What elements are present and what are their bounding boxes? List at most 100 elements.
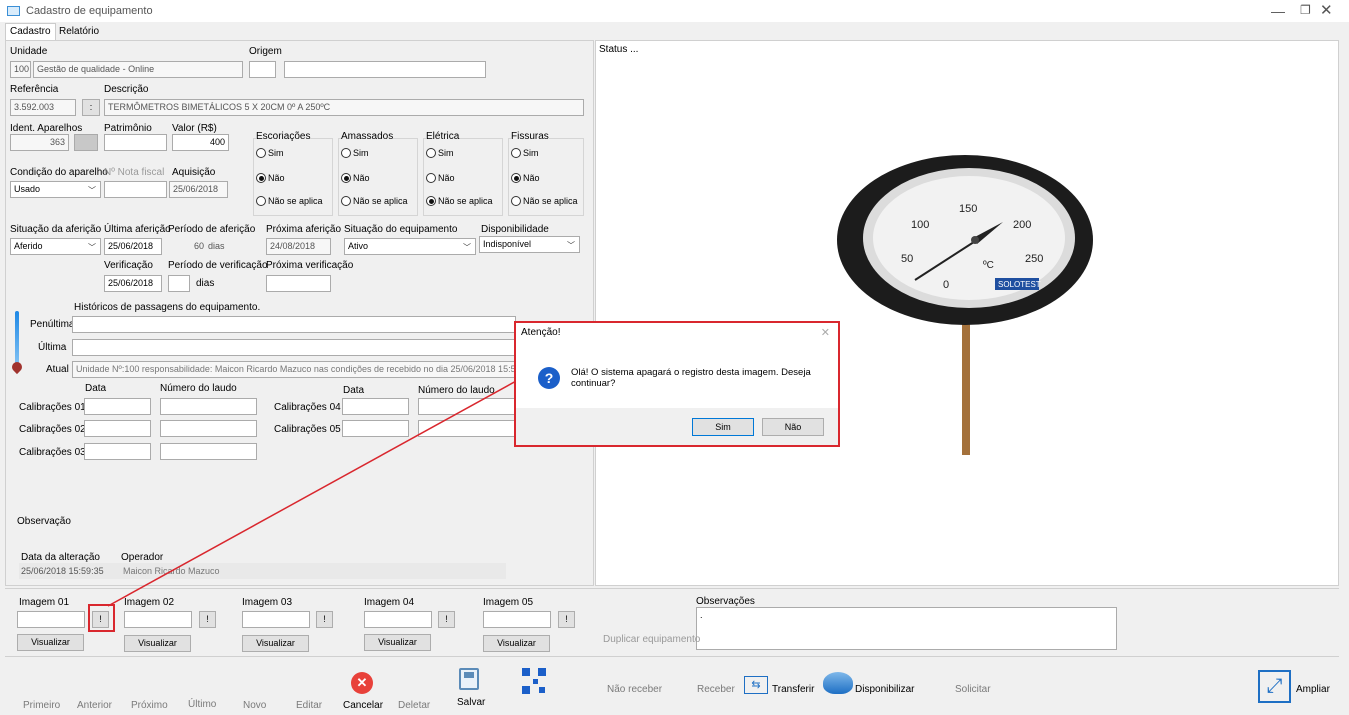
transferir-button[interactable]: Transferir [772, 684, 814, 695]
ultima-afericao-field[interactable]: 25/06/2018 [104, 238, 162, 255]
amassados-nao-radio[interactable]: Não [341, 173, 370, 183]
deletar-button[interactable]: Deletar [398, 700, 430, 711]
referencia-lookup-button[interactable]: : [82, 99, 100, 116]
editar-button[interactable]: Editar [296, 700, 322, 711]
receber-button[interactable]: Receber [697, 684, 735, 695]
observacoes-field[interactable]: . [696, 607, 1117, 650]
radio-label: Não se aplica [268, 196, 323, 206]
imagem-04-visualizar-button[interactable]: Visualizar [364, 634, 431, 651]
calibracao-04-laudo[interactable] [418, 398, 516, 415]
imagem-05-label: Imagem 05 [483, 597, 534, 608]
dialog-yes-button[interactable]: Sim [692, 418, 754, 436]
tab-cadastro[interactable]: Cadastro [5, 23, 56, 40]
proxima-afericao-field[interactable]: 24/08/2018 [266, 238, 331, 255]
origem-name-field[interactable] [284, 61, 486, 78]
unidade-name-field[interactable]: Gestão de qualidade - Online [33, 61, 243, 78]
periodo-verificacao-field[interactable] [168, 275, 190, 292]
primeiro-button[interactable]: Primeiro [23, 700, 60, 711]
unidade-code-field[interactable]: 100 [10, 61, 31, 78]
calibracao-02-laudo[interactable] [160, 420, 257, 437]
imagem-01-visualizar-button[interactable]: Visualizar [17, 634, 84, 651]
ampliar-button[interactable]: Ampliar [1296, 684, 1330, 695]
calibracao-05-laudo[interactable] [418, 420, 516, 437]
imagem-04-remove-button[interactable]: ! [438, 611, 455, 628]
escoriacoes-nsa-radio[interactable]: Não se aplica [256, 196, 323, 206]
imagem-03-visualizar-button[interactable]: Visualizar [242, 635, 309, 652]
patrimonio-field[interactable] [104, 134, 167, 151]
radio-label: Não se aplica [438, 196, 493, 206]
duplicar-equipamento-link[interactable]: Duplicar equipamento [603, 634, 700, 645]
imagem-01-field[interactable] [17, 611, 85, 628]
calibracao-05-data[interactable] [342, 420, 409, 437]
ident-field[interactable]: 363 [10, 134, 69, 151]
calibracao-04-data[interactable] [342, 398, 409, 415]
amassados-sim-radio[interactable]: Sim [341, 148, 369, 158]
situacao-equip-select[interactable]: Ativo ﹀ [344, 238, 476, 255]
eletrica-sim-radio[interactable]: Sim [426, 148, 454, 158]
atual-field[interactable]: Unidade Nº:100 responsabilidade: Maicon … [72, 361, 516, 378]
anterior-button[interactable]: Anterior [77, 700, 112, 711]
proxima-afericao-label: Próxima aferição [266, 224, 342, 235]
solicitar-button[interactable]: Solicitar [955, 684, 991, 695]
descricao-field[interactable]: TERMÔMETROS BIMETÁLICOS 5 X 20CM 0º A 25… [104, 99, 584, 116]
proximo-button[interactable]: Próximo [131, 700, 168, 711]
calibracao-03-laudo[interactable] [160, 443, 257, 460]
qrcode-icon[interactable] [522, 668, 546, 694]
salvar-button[interactable]: Salvar [457, 697, 485, 708]
ultimo-button[interactable]: Último [188, 699, 216, 710]
data-alteracao-value: 25/06/2018 15:59:35 [21, 566, 104, 576]
imagem-04-field[interactable] [364, 611, 432, 628]
imagem-05-field[interactable] [483, 611, 551, 628]
condicao-select[interactable]: Usado ﹀ [10, 181, 101, 198]
calibracao-03-data[interactable] [84, 443, 151, 460]
imagem-05-visualizar-button[interactable]: Visualizar [483, 635, 550, 652]
imagem-03-field[interactable] [242, 611, 310, 628]
imagem-02-field[interactable] [124, 611, 192, 628]
imagem-01-label: Imagem 01 [19, 597, 70, 608]
tab-relatorio[interactable]: Relatório [55, 25, 103, 40]
minimize-icon[interactable]: — [1271, 3, 1285, 19]
calibracao-01-laudo[interactable] [160, 398, 257, 415]
situacao-afericao-select[interactable]: Aferido ﹀ [10, 238, 101, 255]
imagem-02-visualizar-button[interactable]: Visualizar [124, 635, 191, 652]
disponibilizar-icon[interactable] [823, 672, 853, 694]
verificacao-field[interactable]: 25/06/2018 [104, 275, 162, 292]
transfer-icon[interactable]: ⇆ [744, 676, 768, 694]
imagem-05-remove-button[interactable]: ! [558, 611, 575, 628]
nota-fiscal-field[interactable] [104, 181, 167, 198]
penultima-field[interactable] [72, 316, 516, 333]
disponibilizar-button[interactable]: Disponibilizar [855, 684, 914, 695]
dialog-close-icon[interactable]: ✕ [821, 326, 830, 339]
expand-icon[interactable]: ⤢ [1258, 670, 1291, 703]
escoriacoes-sim-radio[interactable]: Sim [256, 148, 284, 158]
proxima-verificacao-field[interactable] [266, 275, 331, 292]
close-icon[interactable]: ✕ [1320, 1, 1333, 19]
nao-receber-button[interactable]: Não receber [607, 684, 662, 695]
eletrica-nsa-radio[interactable]: Não se aplica [426, 196, 493, 206]
cancelar-button[interactable]: Cancelar [343, 700, 383, 711]
referencia-field[interactable]: 3.592.003 [10, 99, 76, 116]
eletrica-nao-radio[interactable]: Não [426, 173, 455, 183]
ultima-hist-field[interactable] [72, 339, 516, 356]
calibracao-01-data[interactable] [84, 398, 151, 415]
calibracao-02-data[interactable] [84, 420, 151, 437]
origem-code-field[interactable] [249, 61, 276, 78]
fissuras-nao-radio[interactable]: Não [511, 173, 540, 183]
restore-icon[interactable]: ❐ [1300, 3, 1311, 17]
valor-field[interactable]: 400 [172, 134, 229, 151]
periodo-afericao-field[interactable]: 60 dias [168, 238, 260, 255]
imagem-02-remove-button[interactable]: ! [199, 611, 216, 628]
dialog-no-button[interactable]: Não [762, 418, 824, 436]
aquisicao-field[interactable]: 25/06/2018 [169, 181, 228, 198]
imagem-03-remove-button[interactable]: ! [316, 611, 333, 628]
save-icon[interactable] [459, 668, 479, 690]
disponibilidade-select[interactable]: Indisponível ﹀ [479, 236, 580, 253]
verificacao-label: Verificação [104, 260, 153, 271]
escoriacoes-nao-radio[interactable]: Não [256, 173, 285, 183]
fissuras-sim-radio[interactable]: Sim [511, 148, 539, 158]
fissuras-nsa-radio[interactable]: Não se aplica [511, 196, 578, 206]
radio-circle [256, 148, 266, 158]
amassados-nsa-radio[interactable]: Não se aplica [341, 196, 408, 206]
novo-button[interactable]: Novo [243, 700, 266, 711]
cancelar-icon[interactable]: ✕ [351, 672, 373, 694]
